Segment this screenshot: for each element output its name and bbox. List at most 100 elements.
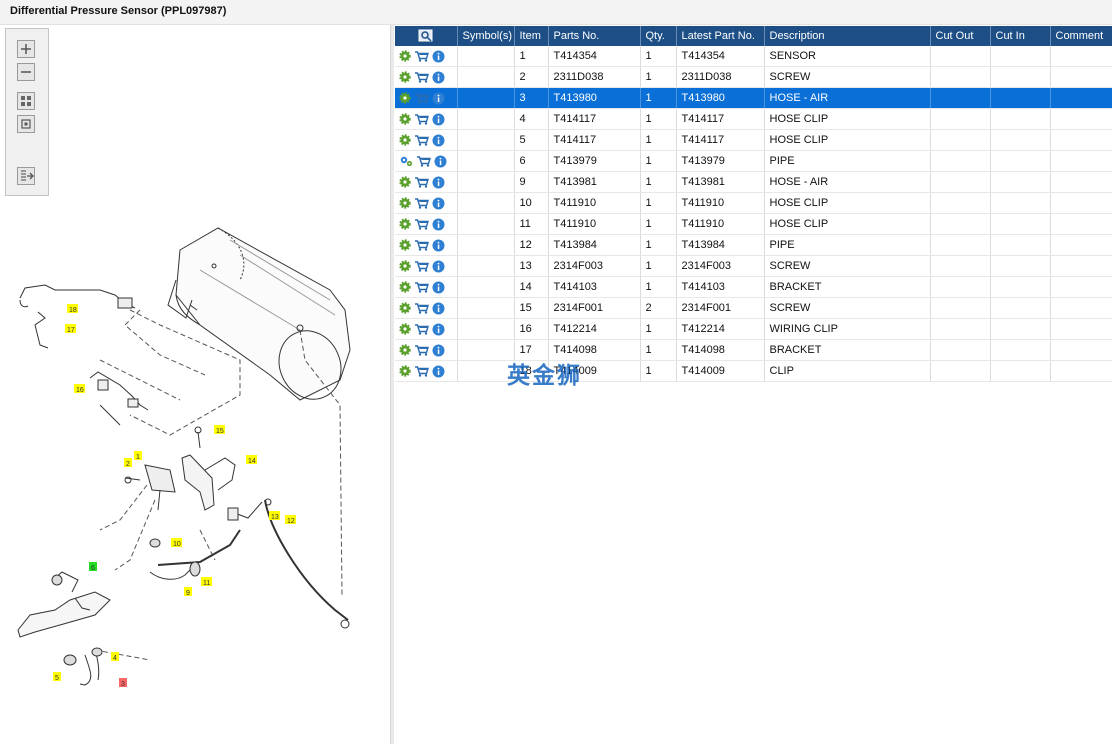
row-actions	[395, 87, 458, 109]
table-row[interactable]: 17 T414098 1 T414098 BRACKET	[395, 339, 1112, 361]
gear-icon[interactable]	[399, 281, 411, 293]
header-symbols[interactable]: Symbol(s)	[457, 26, 515, 46]
header-cut-in[interactable]: Cut In	[990, 26, 1051, 46]
gear-icon[interactable]	[399, 260, 411, 272]
cart-icon[interactable]	[414, 365, 429, 377]
info-icon[interactable]	[432, 176, 445, 189]
row-actions	[395, 360, 458, 382]
cart-icon[interactable]	[414, 113, 429, 125]
cart-icon[interactable]	[414, 302, 429, 314]
table-row[interactable]: 18 T414009 1 T414009 CLIP	[395, 360, 1112, 382]
cart-icon[interactable]	[414, 218, 429, 230]
info-icon[interactable]	[432, 134, 445, 147]
info-icon[interactable]	[432, 323, 445, 336]
exploded-parts-diagram: 18 17 16 15 14 1 2 10 13 12 9 11 6 4 5 3	[17, 227, 351, 688]
table-row[interactable]: 15 2314F001 2 2314F001 SCREW	[395, 297, 1112, 319]
cell-cut-out	[930, 276, 991, 298]
header-parts-no[interactable]: Parts No.	[548, 26, 641, 46]
zoom-in-button[interactable]	[17, 40, 35, 58]
header-latest-part-no[interactable]: Latest Part No.	[676, 26, 765, 46]
cart-icon[interactable]	[414, 344, 429, 356]
cart-icon[interactable]	[414, 92, 429, 104]
gear-icon[interactable]	[399, 176, 411, 188]
table-row[interactable]: 13 2314F003 1 2314F003 SCREW	[395, 255, 1112, 277]
cell-cut-out	[930, 297, 991, 319]
cell-parts-no: T414354	[548, 46, 641, 67]
cell-qty: 1	[640, 255, 677, 277]
gear-icon[interactable]	[399, 302, 411, 314]
header-description[interactable]: Description	[764, 26, 931, 46]
cell-qty: 1	[640, 87, 677, 109]
table-row[interactable]: 14 T414103 1 T414103 BRACKET	[395, 276, 1112, 298]
info-icon[interactable]	[432, 50, 445, 63]
info-icon[interactable]	[434, 155, 447, 168]
cell-description: SCREW	[764, 66, 931, 88]
info-icon[interactable]	[432, 302, 445, 315]
table-row[interactable]: 16 T412214 1 T412214 WIRING CLIP	[395, 318, 1112, 340]
info-icon[interactable]	[432, 218, 445, 231]
info-icon[interactable]	[432, 113, 445, 126]
gears-icon[interactable]	[399, 155, 413, 167]
actual-size-button[interactable]	[17, 115, 35, 133]
header-comment[interactable]: Comment	[1050, 26, 1112, 46]
gear-icon[interactable]	[399, 71, 411, 83]
header-qty[interactable]: Qty.	[640, 26, 677, 46]
table-row[interactable]: 10 T411910 1 T411910 HOSE CLIP	[395, 192, 1112, 214]
gear-icon[interactable]	[399, 365, 411, 377]
gear-icon[interactable]	[399, 50, 411, 62]
cart-icon[interactable]	[414, 197, 429, 209]
cart-icon[interactable]	[414, 176, 429, 188]
gear-icon[interactable]	[399, 197, 411, 209]
table-row[interactable]: 11 T411910 1 T411910 HOSE CLIP	[395, 213, 1112, 235]
table-row[interactable]: 2 2311D038 1 2311D038 SCREW	[395, 66, 1112, 88]
table-row[interactable]: 5 T414117 1 T414117 HOSE CLIP	[395, 129, 1112, 151]
cart-icon[interactable]	[414, 281, 429, 293]
info-icon[interactable]	[432, 71, 445, 84]
zoom-out-button[interactable]	[17, 63, 35, 81]
row-actions	[395, 171, 458, 193]
diagram-panel[interactable]: 18 17 16 15 14 1 2 10 13 12 9 11 6 4 5 3	[0, 25, 391, 744]
export-button[interactable]	[17, 167, 35, 185]
info-icon[interactable]	[432, 197, 445, 210]
table-row[interactable]: 3 T413980 1 T413980 HOSE - AIR	[395, 87, 1112, 109]
cart-icon[interactable]	[414, 134, 429, 146]
fit-page-button[interactable]	[17, 92, 35, 110]
cart-icon[interactable]	[414, 50, 429, 62]
info-icon[interactable]	[432, 92, 445, 105]
gear-icon[interactable]	[399, 92, 411, 104]
header-tools[interactable]	[395, 26, 458, 46]
window-title: Differential Pressure Sensor (PPL097987)	[10, 5, 227, 17]
gear-icon[interactable]	[399, 323, 411, 335]
info-icon[interactable]	[432, 344, 445, 357]
cart-icon[interactable]	[416, 155, 431, 167]
cart-icon[interactable]	[414, 71, 429, 83]
info-icon[interactable]	[432, 239, 445, 252]
table-row[interactable]: 6 T413979 1 T413979 PIPE	[395, 150, 1112, 172]
gear-icon[interactable]	[399, 113, 411, 125]
cell-comment	[1050, 129, 1112, 151]
info-icon[interactable]	[432, 281, 445, 294]
gear-icon[interactable]	[399, 134, 411, 146]
gear-icon[interactable]	[399, 239, 411, 251]
svg-text:1: 1	[136, 454, 140, 461]
table-row[interactable]: 4 T414117 1 T414117 HOSE CLIP	[395, 108, 1112, 130]
header-item[interactable]: Item	[514, 26, 549, 46]
info-icon[interactable]	[432, 260, 445, 273]
cell-qty: 1	[640, 234, 677, 256]
cart-icon[interactable]	[414, 260, 429, 272]
gear-icon[interactable]	[399, 218, 411, 230]
info-icon[interactable]	[432, 365, 445, 378]
header-cut-out[interactable]: Cut Out	[930, 26, 991, 46]
svg-text:2: 2	[126, 461, 130, 468]
gear-icon[interactable]	[399, 344, 411, 356]
cart-icon[interactable]	[414, 239, 429, 251]
table-row[interactable]: 12 T413984 1 T413984 PIPE	[395, 234, 1112, 256]
cart-icon[interactable]	[414, 323, 429, 335]
panel-splitter[interactable]	[391, 25, 394, 744]
svg-text:6: 6	[91, 565, 95, 572]
cell-symbols	[457, 360, 515, 382]
table-row[interactable]: 9 T413981 1 T413981 HOSE - AIR	[395, 171, 1112, 193]
table-row[interactable]: 1 T414354 1 T414354 SENSOR	[395, 46, 1112, 67]
cell-cut-out	[930, 66, 991, 88]
cell-latest-part-no: T414354	[676, 46, 765, 67]
